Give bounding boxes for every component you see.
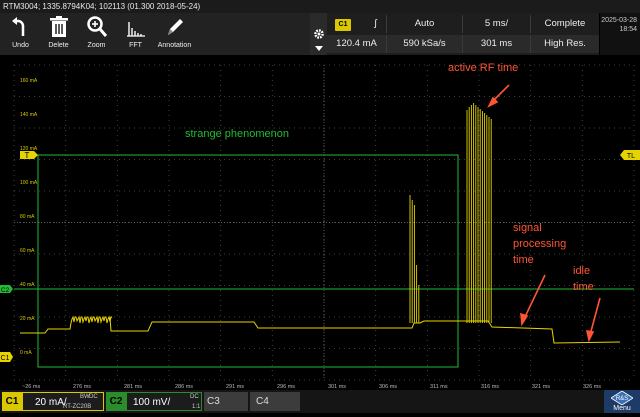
trigger-level-marker-label: TL <box>627 153 635 160</box>
y-axis-label: 60 mA <box>20 248 35 254</box>
title-bar: RTM3004; 1335.8794K04; 102113 (01.300 20… <box>0 0 640 13</box>
c2-scale: 100 mV/ <box>133 397 171 408</box>
clock-date: 2025-03-28 <box>601 17 637 24</box>
undo-label: Undo <box>12 42 29 49</box>
y-axis-label: 80 mA <box>20 214 35 220</box>
trash-icon <box>50 16 68 37</box>
c2-ratio: 1:1 <box>192 404 201 410</box>
acquisition-panel: C1 ∫ 120.4 mA Auto 590 kSa/s 5 ms/ 301 m… <box>327 13 599 55</box>
clock: 2025-03-28 18:54 <box>600 13 640 55</box>
delete-label: Delete <box>48 42 69 49</box>
sample-rate[interactable]: 590 kSa/s <box>387 35 463 53</box>
c4-tag[interactable]: C4 <box>250 392 300 411</box>
settings-column[interactable] <box>310 13 327 55</box>
magnifier-icon <box>87 16 107 37</box>
menu-label: Menu <box>613 405 631 412</box>
y-axis-label: 140 mA <box>20 112 38 118</box>
trigger-marker[interactable]: T <box>20 151 38 160</box>
waveform-display[interactable]: 160 mA 140 mA 120 mA 100 mA 80 mA 60 mA 40 mA 2… <box>0 55 640 390</box>
acquisition-resolution[interactable]: High Res. <box>531 35 599 53</box>
menu-button[interactable]: R&S Menu <box>604 390 640 413</box>
fft-button[interactable]: FFT <box>117 13 154 55</box>
chevron-down-icon <box>315 46 323 51</box>
c1-scale: 20 mA/ <box>35 397 67 408</box>
trigger-level-marker[interactable]: TL <box>620 150 640 160</box>
ch2-offset-marker[interactable]: C2 <box>0 285 13 294</box>
clock-time: 18:54 <box>619 26 637 33</box>
ch1-offset-marker[interactable]: C1 <box>0 352 13 362</box>
annotation-signal-processing: signal processing time <box>513 222 567 266</box>
annotation-strange: strange phenomenon <box>185 128 289 140</box>
timebase[interactable]: 5 ms/ <box>463 15 531 33</box>
pencil-icon <box>168 19 183 35</box>
acquisition-status[interactable]: Complete <box>531 15 599 33</box>
record-time[interactable]: 301 ms <box>463 35 531 53</box>
trigger-slope[interactable]: ∫ <box>365 15 387 33</box>
svg-text:R&S: R&S <box>616 396 628 402</box>
ch1-trace <box>20 315 621 344</box>
c1-settings[interactable]: 20 mA/ BW DC RT-ZC20B <box>22 392 104 411</box>
trigger-mode[interactable]: Auto <box>387 15 463 33</box>
spectrum-icon <box>127 22 145 37</box>
trigger-marker-label: T <box>25 151 30 160</box>
undo-icon <box>12 17 25 36</box>
c3-tag[interactable]: C3 <box>204 392 248 411</box>
annotation-active-rf: active RF time <box>448 62 519 74</box>
annotation-button[interactable]: Annotation <box>156 13 193 55</box>
y-axis-label: 0 mA <box>20 350 32 356</box>
annotation-arrows <box>487 84 601 343</box>
undo-button[interactable]: Undo <box>2 13 39 55</box>
strange-phenomenon-box <box>37 154 459 368</box>
c1-probe: RT-ZC20B <box>63 404 92 410</box>
c2-settings[interactable]: 100 mV/ DC 1:1 <box>126 392 202 411</box>
trigger-level[interactable]: 120.4 mA <box>327 35 387 53</box>
zoom-button[interactable]: Zoom <box>78 13 115 55</box>
instrument-info: RTM3004; 1335.8794K04; 102113 (01.300 20… <box>3 2 201 11</box>
y-axis-label: 40 mA <box>20 282 35 288</box>
y-axis-label: 160 mA <box>20 78 38 84</box>
annotation-label: Annotation <box>157 42 192 49</box>
c2-tag[interactable]: C2 <box>106 392 126 411</box>
y-axis-label: 20 mA <box>20 316 35 322</box>
zoom-label: Zoom <box>87 42 106 49</box>
annotation-idle: idle time <box>573 265 594 293</box>
gear-icon <box>314 29 324 39</box>
fft-label: FFT <box>129 42 142 49</box>
rohde-schwarz-logo-icon: R&S <box>611 391 633 405</box>
c1-tag[interactable]: C1 <box>2 392 22 411</box>
ch2-marker-label: C2 <box>1 287 10 294</box>
delete-button[interactable]: Delete <box>40 13 77 55</box>
ch1-marker-label: C1 <box>1 355 10 362</box>
channel-bar: C1 20 mA/ BW DC RT-ZC20B C2 100 mV/ DC 1… <box>0 390 640 413</box>
toolbar: Undo Delete Zoom FFT Annotation <box>0 13 310 55</box>
y-axis-label: 100 mA <box>20 180 38 186</box>
trigger-channel-badge: C1 <box>335 19 351 31</box>
